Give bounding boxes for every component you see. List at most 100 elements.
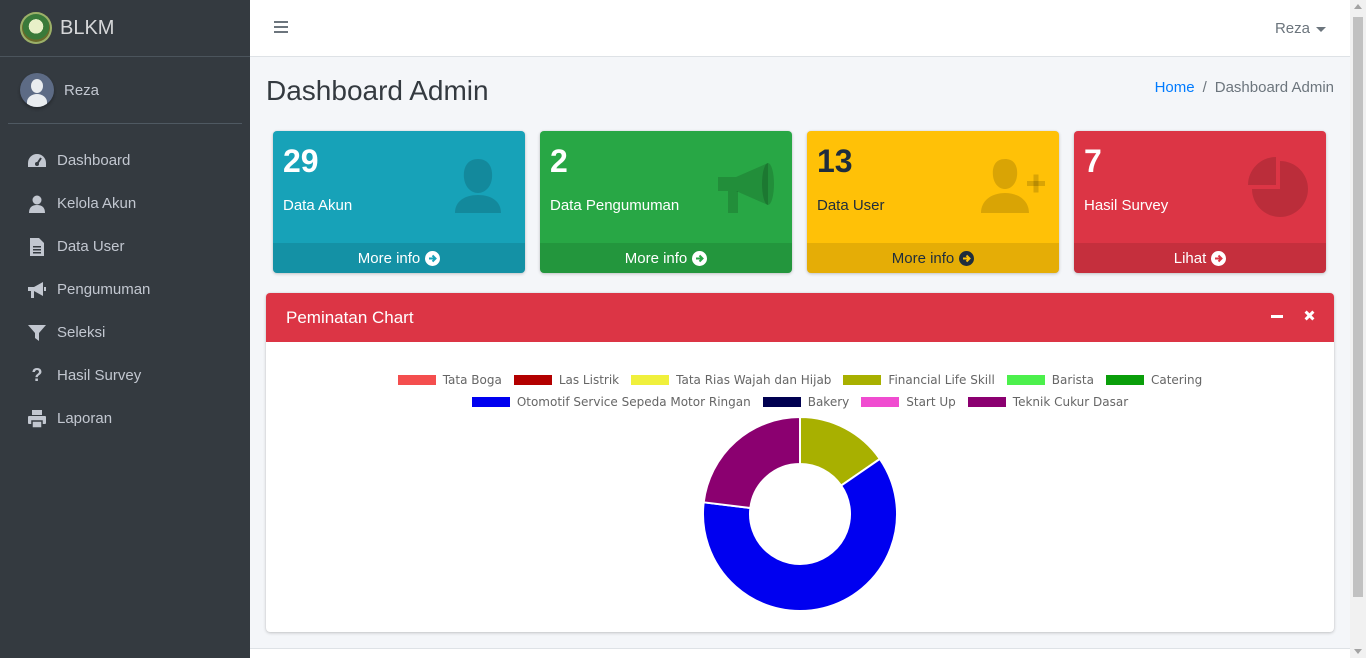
box-label: Data Akun bbox=[283, 197, 353, 214]
brand-logo bbox=[20, 12, 52, 44]
legend-label: Bakery bbox=[807, 395, 850, 409]
legend-item[interactable]: Tata Rias Wajah dan Hijab bbox=[631, 373, 831, 387]
legend-row: Tata Boga Las Listrik Tata Rias Wajah dan … bbox=[266, 369, 1334, 391]
legend-label: Teknik Cukur Dasar bbox=[1012, 395, 1129, 409]
box-number: 29 bbox=[283, 143, 319, 179]
sidebar-item-kelola-akun[interactable]: Kelola Akun bbox=[0, 182, 250, 225]
more-info-label: More info bbox=[624, 249, 688, 267]
legend-swatch bbox=[861, 397, 900, 407]
sidebar-item-label: Hasil Survey bbox=[57, 367, 142, 384]
legend-label: Otomotif Service Sepeda Motor Ringan bbox=[516, 395, 751, 409]
page-title: Dashboard Admin bbox=[266, 75, 489, 106]
breadcrumb-home-link[interactable]: Home bbox=[1155, 79, 1195, 96]
pie-slice-teknik-cukur-dasar[interactable] bbox=[702, 416, 801, 510]
print-icon bbox=[27, 409, 47, 429]
legend-label: Catering bbox=[1150, 373, 1203, 387]
sidebar-item-hasil-survey[interactable]: ? Hasil Survey bbox=[0, 354, 250, 397]
pie-chart-icon bbox=[1248, 157, 1308, 217]
filter-icon bbox=[27, 323, 47, 343]
scroll-up-icon[interactable] bbox=[1354, 4, 1362, 9]
breadcrumb: Home / Dashboard Admin bbox=[1155, 79, 1334, 96]
box-label: Data Pengumuman bbox=[550, 197, 680, 214]
donut-chart bbox=[702, 416, 898, 612]
small-box-data-akun: 29 Data Akun More info bbox=[273, 131, 525, 273]
close-icon[interactable] bbox=[1302, 307, 1316, 323]
legend-item[interactable]: Tata Boga bbox=[397, 373, 502, 387]
more-info-link[interactable]: More info bbox=[807, 243, 1059, 273]
card-title: Peminatan Chart bbox=[286, 307, 414, 327]
card-header: Peminatan Chart bbox=[266, 293, 1334, 342]
legend-swatch bbox=[397, 375, 436, 385]
breadcrumb-separator: / bbox=[1202, 79, 1207, 96]
scroll-down-icon[interactable] bbox=[1354, 649, 1362, 654]
user-dropdown-label: Reza bbox=[1274, 20, 1310, 37]
caret-down-icon bbox=[1316, 26, 1326, 32]
arrow-circle-right-icon bbox=[1211, 250, 1227, 266]
box-label: Data User bbox=[817, 197, 885, 214]
user-name: Reza bbox=[64, 81, 100, 99]
legend-item[interactable]: Catering bbox=[1105, 373, 1203, 387]
legend-swatch bbox=[471, 397, 510, 407]
sidebar-item-laporan[interactable]: Laporan bbox=[0, 397, 250, 440]
user-icon bbox=[455, 159, 501, 213]
legend-swatch bbox=[967, 397, 1006, 407]
legend-item[interactable]: Financial Life Skill bbox=[843, 373, 995, 387]
small-box-data-user: 13 Data User More info bbox=[807, 131, 1059, 273]
sidebar-item-label: Seleksi bbox=[57, 324, 106, 341]
sidebar-item-label: Laporan bbox=[57, 410, 113, 427]
sidebar-item-label: Dashboard bbox=[57, 152, 131, 169]
sidebar-item-label: Pengumuman bbox=[57, 281, 151, 298]
legend-swatch bbox=[631, 375, 670, 385]
legend-swatch bbox=[1006, 375, 1045, 385]
legend-label: Financial Life Skill bbox=[888, 373, 995, 387]
small-box-hasil-survey: 7 Hasil Survey Lihat bbox=[1074, 131, 1326, 273]
sidebar: BLKM Reza Dashboard Kelola Akun Data Use… bbox=[0, 0, 250, 658]
peminatan-chart-card: Peminatan Chart Tata Boga Las Listrik Tata… bbox=[266, 293, 1334, 632]
avatar bbox=[20, 73, 54, 107]
user-icon bbox=[27, 194, 47, 214]
box-number: 7 bbox=[1084, 143, 1102, 179]
user-panel[interactable]: Reza bbox=[8, 57, 242, 124]
legend-swatch bbox=[843, 375, 882, 385]
collapse-minus-icon[interactable] bbox=[1270, 307, 1284, 323]
legend-label: Tata Rias Wajah dan Hijab bbox=[676, 373, 832, 387]
sidebar-item-pengumuman[interactable]: Pengumuman bbox=[0, 268, 250, 311]
breadcrumb-current: Dashboard Admin bbox=[1214, 79, 1334, 96]
card-tools bbox=[1270, 307, 1316, 323]
legend-label: Start Up bbox=[906, 395, 956, 409]
more-info-link[interactable]: More info bbox=[273, 243, 525, 273]
sidebar-nav: Dashboard Kelola Akun Data User Pengumum… bbox=[0, 139, 250, 440]
legend-label: Tata Boga bbox=[442, 373, 502, 387]
top-navbar: Reza bbox=[250, 0, 1350, 57]
sidebar-item-seleksi[interactable]: Seleksi bbox=[0, 311, 250, 354]
scrollbar[interactable] bbox=[1350, 0, 1366, 658]
sidebar-item-label: Kelola Akun bbox=[57, 195, 137, 212]
question-icon: ? bbox=[31, 365, 43, 385]
sidebar-item-data-user[interactable]: Data User bbox=[0, 225, 250, 268]
brand-name: BLKM bbox=[60, 16, 115, 39]
user-dropdown[interactable]: Reza bbox=[1275, 20, 1326, 37]
box-number: 2 bbox=[550, 143, 568, 179]
lihat-label: Lihat bbox=[1173, 249, 1207, 267]
legend-swatch bbox=[1105, 375, 1144, 385]
bullhorn-icon bbox=[27, 280, 47, 300]
scroll-thumb[interactable] bbox=[1353, 17, 1363, 597]
more-info-link[interactable]: More info bbox=[540, 243, 792, 273]
brand-link[interactable]: BLKM bbox=[0, 0, 250, 57]
lihat-link[interactable]: Lihat bbox=[1074, 243, 1326, 273]
legend-item[interactable]: Teknik Cukur Dasar bbox=[967, 395, 1129, 409]
legend-label: Barista bbox=[1051, 373, 1094, 387]
more-info-label: More info bbox=[891, 249, 955, 267]
sidebar-item-dashboard[interactable]: Dashboard bbox=[0, 139, 250, 182]
file-icon bbox=[27, 237, 47, 257]
bullhorn-icon bbox=[718, 163, 774, 213]
box-number: 13 bbox=[817, 143, 853, 179]
footer-strip bbox=[250, 648, 1350, 658]
legend-item[interactable]: Bakery bbox=[762, 395, 850, 409]
legend-row: Otomotif Service Sepeda Motor Ringan Bake… bbox=[266, 391, 1334, 413]
legend-item[interactable]: Otomotif Service Sepeda Motor Ringan bbox=[471, 395, 751, 409]
legend-item[interactable]: Las Listrik bbox=[513, 373, 619, 387]
legend-item[interactable]: Barista bbox=[1006, 373, 1094, 387]
menu-toggle-icon[interactable] bbox=[274, 21, 288, 35]
legend-item[interactable]: Start Up bbox=[861, 395, 956, 409]
